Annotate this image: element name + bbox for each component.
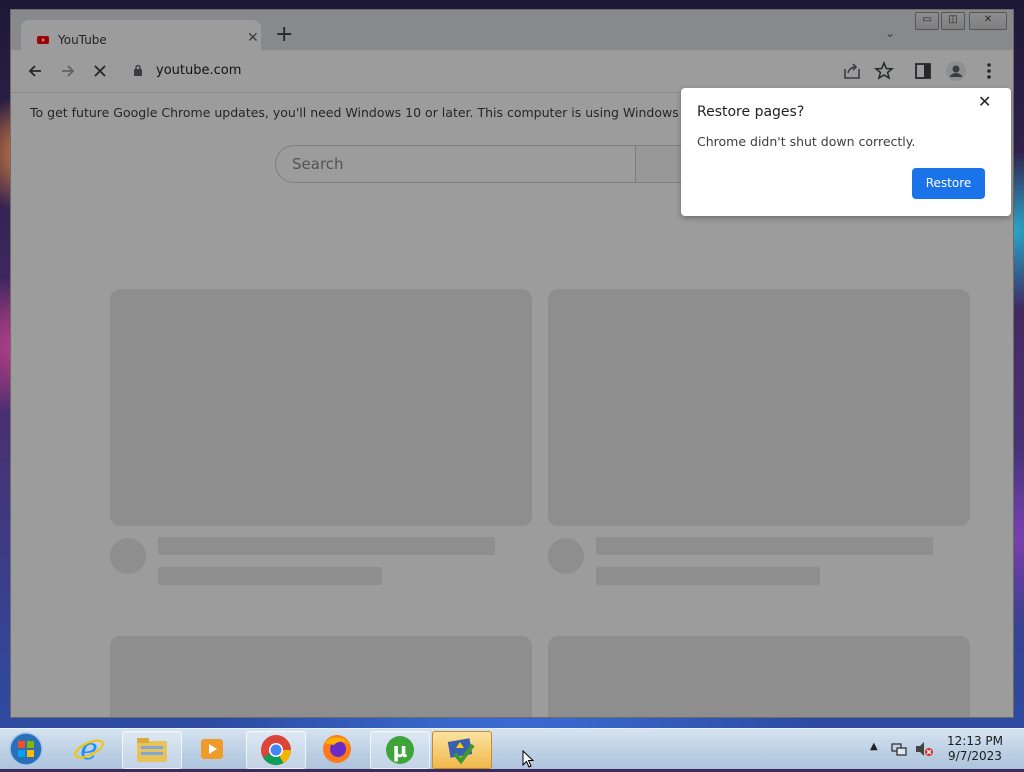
volume-muted-icon[interactable]	[914, 740, 934, 758]
internet-explorer-icon: e	[74, 732, 104, 767]
folder-icon	[137, 738, 167, 762]
taskbar-firefox[interactable]	[308, 731, 366, 767]
mouse-cursor-icon	[522, 750, 535, 768]
windows-orb-icon	[9, 732, 43, 766]
restore-pages-bubble: Restore pages? Chrome didn't shut down c…	[681, 88, 1011, 216]
bubble-message: Chrome didn't shut down correctly.	[697, 134, 916, 149]
show-hidden-icons-arrow-icon[interactable]: ▲	[870, 741, 878, 752]
bubble-close-icon[interactable]: ✕	[978, 92, 991, 111]
restore-button[interactable]: Restore	[912, 168, 985, 199]
windows-taskbar: e µ ▲ 12:13 PM 9/7/2023	[0, 728, 1024, 769]
firefox-icon	[323, 735, 351, 763]
taskbar-clock[interactable]: 12:13 PM 9/7/2023	[940, 734, 1010, 764]
app-checkmark-icon	[447, 738, 475, 765]
taskbar-active-app[interactable]	[432, 731, 492, 769]
taskbar-utorrent[interactable]: µ	[370, 731, 430, 769]
network-icon[interactable]	[890, 740, 908, 758]
media-player-icon	[201, 739, 223, 759]
taskbar-internet-explorer[interactable]: e	[60, 731, 118, 767]
clock-time: 12:13 PM	[947, 734, 1003, 748]
start-button[interactable]	[6, 731, 46, 767]
bubble-title: Restore pages?	[697, 104, 805, 120]
utorrent-icon: µ	[386, 736, 414, 764]
svg-text:e: e	[80, 732, 98, 767]
taskbar-media-player[interactable]	[184, 731, 242, 767]
clock-date: 9/7/2023	[948, 749, 1002, 763]
chrome-icon	[261, 735, 291, 766]
svg-text:µ: µ	[393, 738, 408, 762]
taskbar-windows-explorer[interactable]	[122, 731, 182, 769]
taskbar-chrome[interactable]	[246, 731, 306, 769]
